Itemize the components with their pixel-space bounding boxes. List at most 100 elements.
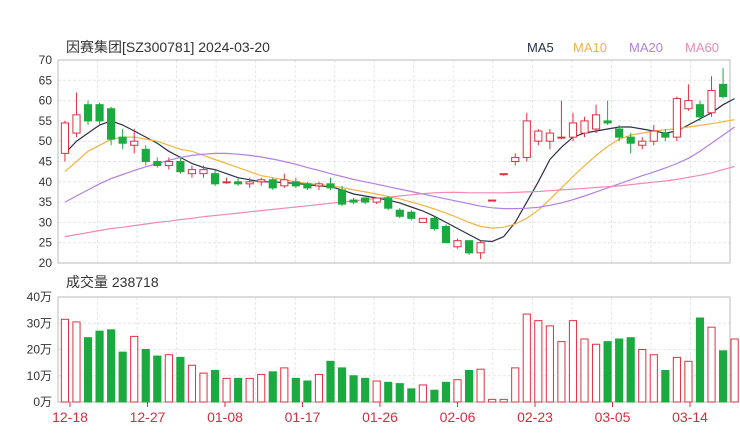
price-tick-label: 55 [39,114,53,128]
candle-body [615,128,624,138]
legend-ma10: MA10 [573,40,607,55]
volume-bar [522,313,531,403]
price-tick-label: 70 [39,53,53,67]
volume-bar [534,320,543,403]
candle [476,240,485,259]
candle [83,100,93,125]
candle-body [372,197,381,203]
candle-body [499,173,508,176]
volume-bar [615,338,624,403]
candle [349,198,358,205]
ma-line-ma60 [64,165,735,238]
volume-bar [187,364,197,403]
volume-bar [464,370,474,403]
candle-body [141,148,150,163]
ma-legend: MA5 MA10 MA20 MA60 [527,40,719,55]
candle [441,224,451,244]
candle-body [476,242,485,254]
candle [534,129,543,146]
candle-body [557,136,566,139]
volume-bar [384,381,393,403]
candle [707,76,716,117]
volume-bar [118,351,127,403]
volume-bar [568,320,578,403]
candle [153,157,162,168]
volume-bar [684,360,693,403]
legend-ma5: MA5 [527,40,554,55]
candle [591,104,601,134]
volume-bar [337,367,347,403]
chart-title: 因赛集团[SZ300781] 2024-03-20 [66,39,270,55]
volume-bar [557,341,566,403]
date-label: 12-18 [52,409,88,425]
candle-body [534,130,543,142]
candle [522,112,531,162]
volume-bar [268,371,277,403]
volume-bar [476,368,485,403]
candle [568,112,578,142]
candle-body [210,173,220,185]
candle-body [684,100,693,110]
volume-bar [361,377,370,403]
price-tick-label: 60 [39,94,53,108]
volume-bar [314,373,324,403]
volume-panel: 0万 10万 20万 30万 40万 [27,290,739,409]
candle [210,169,220,186]
volume-bar [72,321,81,403]
candle [280,173,289,188]
candle-body [488,199,497,202]
candle-body [718,83,728,98]
candle-body [707,89,716,114]
volume-bar [326,360,335,403]
candle-body [349,199,358,203]
date-label: 01-26 [362,409,398,425]
candle [453,238,462,249]
volume-bar [730,338,739,403]
volume-bar [291,377,300,403]
volume-bar [661,370,670,403]
candle [488,199,497,202]
candle-body [384,197,393,209]
candle [176,157,185,174]
volume-bar [60,318,70,403]
volume-bar [349,375,358,403]
candle [395,208,404,219]
price-tick-label: 20 [39,256,53,270]
candle-body [72,114,81,134]
volume-bar [234,377,243,403]
candle-body [268,179,277,189]
candle-body [199,169,208,175]
volume-bar [603,341,612,403]
candle-body [314,183,324,187]
volume-bar [153,355,162,403]
candle-body [83,104,93,122]
date-label: 01-17 [285,409,321,425]
volume-bar [626,337,635,403]
volume-bar [280,367,289,403]
candle-body [234,181,243,185]
price-panel: 20 25 30 35 40 45 50 55 60 65 70 [39,53,735,270]
candle-body [130,140,139,146]
candle-body [695,104,705,118]
volume-bar [545,325,554,403]
candle-body [245,181,254,185]
candle [222,177,231,184]
candle [418,217,427,223]
candle [464,240,474,255]
candle-body [545,132,554,142]
candle [60,120,70,162]
volume-bar [303,380,312,403]
candle-body [95,104,104,122]
volume-bar [418,384,427,403]
legend-ma20: MA20 [629,40,663,55]
candle [199,165,208,178]
candle [661,129,670,142]
volume-bar [395,383,404,403]
candle [499,173,508,176]
volume-bar [695,317,705,403]
candle [718,68,728,99]
candle-body [626,136,635,144]
candle-body [153,161,162,167]
candle-body [60,122,70,154]
volume-bar [499,398,508,403]
